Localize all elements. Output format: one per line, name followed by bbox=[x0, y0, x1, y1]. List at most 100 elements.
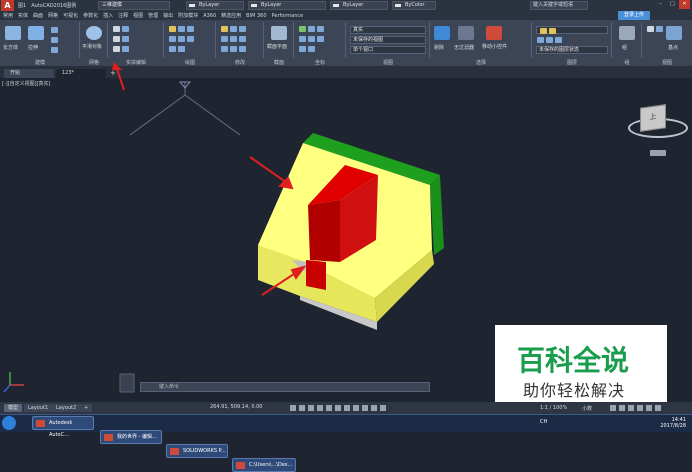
ortho-icon[interactable] bbox=[317, 405, 323, 411]
lineweight-icon[interactable] bbox=[353, 405, 359, 411]
minimize-icon[interactable]: – bbox=[655, 0, 666, 9]
separate-icon[interactable] bbox=[122, 46, 129, 52]
ribbon-tab[interactable]: 实体 bbox=[18, 12, 28, 19]
array-icon[interactable] bbox=[239, 46, 246, 52]
polyline-icon[interactable] bbox=[178, 26, 185, 32]
transparency-icon[interactable] bbox=[362, 405, 368, 411]
ribbon-tab[interactable]: 插入 bbox=[103, 12, 113, 19]
arc-icon[interactable] bbox=[169, 36, 176, 42]
taskbar-item-solidworks[interactable]: SOLIDWORKS P... bbox=[166, 444, 228, 458]
start-button-icon[interactable] bbox=[2, 416, 16, 430]
named-view-dropdown[interactable]: 未保存的视图 bbox=[350, 36, 426, 44]
snap-icon[interactable] bbox=[308, 405, 314, 411]
customize-icon[interactable] bbox=[655, 405, 661, 411]
lineweight-dropdown[interactable]: ByLayer bbox=[330, 1, 388, 10]
ribbon-tab[interactable]: 可视化 bbox=[63, 12, 78, 19]
viewport-config-dropdown[interactable]: 单个视口 bbox=[350, 46, 426, 54]
ucs-y-icon[interactable] bbox=[308, 36, 315, 42]
view-cube-menu-icon[interactable] bbox=[650, 150, 666, 156]
ime-indicator[interactable]: CH bbox=[540, 419, 547, 425]
annotation-scale-icon[interactable] bbox=[610, 405, 616, 411]
trim-icon[interactable] bbox=[239, 26, 246, 32]
subtract-icon[interactable] bbox=[113, 36, 120, 42]
taskbar-item-explorer[interactable]: C:\Users\...\Des... bbox=[232, 458, 296, 472]
sweep-icon[interactable] bbox=[51, 47, 58, 53]
polar-icon[interactable] bbox=[326, 405, 332, 411]
group-icon[interactable] bbox=[619, 26, 635, 40]
union-icon[interactable] bbox=[113, 26, 120, 32]
ucs-object-icon[interactable] bbox=[308, 46, 315, 52]
application-menu-button[interactable]: A bbox=[1, 0, 14, 11]
isolate-icon[interactable] bbox=[628, 405, 634, 411]
quick-access-item[interactable]: 图1 bbox=[18, 2, 26, 9]
view-cube[interactable]: 上 bbox=[636, 100, 670, 132]
move-icon[interactable] bbox=[221, 26, 228, 32]
base-icon[interactable] bbox=[666, 26, 682, 40]
culling-icon[interactable] bbox=[434, 26, 450, 40]
mirror-icon[interactable] bbox=[230, 36, 237, 42]
ribbon-tab[interactable]: 参数化 bbox=[83, 12, 98, 19]
tab-start[interactable]: 开始 bbox=[4, 69, 54, 78]
hardware-accel-icon[interactable] bbox=[637, 405, 643, 411]
fillet-icon[interactable] bbox=[239, 36, 246, 42]
ribbon-tab[interactable]: 曲面 bbox=[33, 12, 43, 19]
scale-icon[interactable] bbox=[230, 46, 237, 52]
ucs-x-icon[interactable] bbox=[299, 36, 306, 42]
ribbon-tab[interactable]: Performance bbox=[272, 13, 304, 19]
ucs-view-icon[interactable] bbox=[299, 46, 306, 52]
ucs-origin-icon[interactable] bbox=[317, 26, 324, 32]
section-plane-icon[interactable] bbox=[271, 26, 287, 40]
scale-readout[interactable]: 1:1 / 100% bbox=[540, 405, 567, 411]
revolve-icon[interactable] bbox=[51, 37, 58, 43]
layout-tab-2[interactable]: Layout2 bbox=[52, 404, 81, 412]
rotate-icon[interactable] bbox=[230, 26, 237, 32]
line-icon[interactable] bbox=[169, 26, 176, 32]
ribbon-tab[interactable]: A360 bbox=[203, 13, 216, 19]
system-clock[interactable]: 14:41 2017/8/28 bbox=[660, 417, 686, 429]
make-current-icon[interactable] bbox=[546, 37, 553, 43]
ribbon-tab[interactable]: 输出 bbox=[163, 12, 173, 19]
layer-state-dropdown[interactable]: 未保存的图层状态 bbox=[536, 46, 608, 54]
ucs-icon[interactable] bbox=[299, 26, 306, 32]
login-button[interactable]: 登录上传 bbox=[618, 11, 650, 20]
view-cube-face[interactable]: 上 bbox=[640, 104, 666, 132]
quick-access-item[interactable]: AutoCAD2016图例 bbox=[31, 2, 76, 9]
layer-dropdown[interactable] bbox=[536, 26, 608, 34]
no-filter-icon[interactable] bbox=[458, 26, 474, 40]
ellipse-icon[interactable] bbox=[169, 46, 176, 52]
add-layout-tab[interactable]: + bbox=[80, 404, 93, 412]
ribbon-tab[interactable]: 附加模块 bbox=[178, 12, 198, 19]
box-icon[interactable] bbox=[5, 26, 21, 40]
search-input[interactable]: 键入关键字或短语 bbox=[530, 1, 588, 10]
model-space-icon[interactable] bbox=[290, 405, 296, 411]
ribbon-tab[interactable]: 注释 bbox=[118, 12, 128, 19]
extrude-icon[interactable] bbox=[28, 26, 44, 40]
taskbar-item-editor[interactable]: 我的世界 - 编辑... bbox=[100, 430, 162, 444]
maximize-icon[interactable]: □ bbox=[667, 0, 678, 9]
3d-osnap-icon[interactable] bbox=[380, 405, 386, 411]
extract-edges-icon[interactable] bbox=[122, 26, 129, 32]
otrack-icon[interactable] bbox=[344, 405, 350, 411]
layer-properties-icon[interactable] bbox=[537, 37, 544, 43]
copy-icon[interactable] bbox=[221, 36, 228, 42]
ribbon-tab[interactable]: 常用 bbox=[3, 12, 13, 19]
ribbon-tab[interactable]: BIM 360 bbox=[246, 13, 266, 19]
ucs-z-icon[interactable] bbox=[317, 36, 324, 42]
units-readout[interactable]: 小数 bbox=[582, 405, 592, 412]
plotstyle-dropdown[interactable]: ByColor bbox=[392, 1, 436, 10]
selection-cycling-icon[interactable] bbox=[371, 405, 377, 411]
spline-icon[interactable] bbox=[187, 36, 194, 42]
intersect-icon[interactable] bbox=[113, 46, 120, 52]
layout-tab-1[interactable]: Layout1 bbox=[24, 404, 53, 412]
base-view-icon[interactable] bbox=[647, 26, 654, 32]
smooth-object-icon[interactable] bbox=[86, 26, 102, 40]
workspace-dropdown[interactable]: 三维建模 bbox=[98, 1, 170, 10]
view-manager-icon[interactable] bbox=[656, 26, 663, 32]
ribbon-tab[interactable]: 网格 bbox=[48, 12, 58, 19]
taskbar-item-autocad[interactable]: Autodesk AutoC... bbox=[32, 416, 94, 438]
osnap-icon[interactable] bbox=[335, 405, 341, 411]
close-icon[interactable]: ✕ bbox=[679, 0, 690, 9]
stretch-icon[interactable] bbox=[221, 46, 228, 52]
ribbon-tab[interactable]: 管理 bbox=[148, 12, 158, 19]
command-handle[interactable] bbox=[119, 373, 135, 393]
